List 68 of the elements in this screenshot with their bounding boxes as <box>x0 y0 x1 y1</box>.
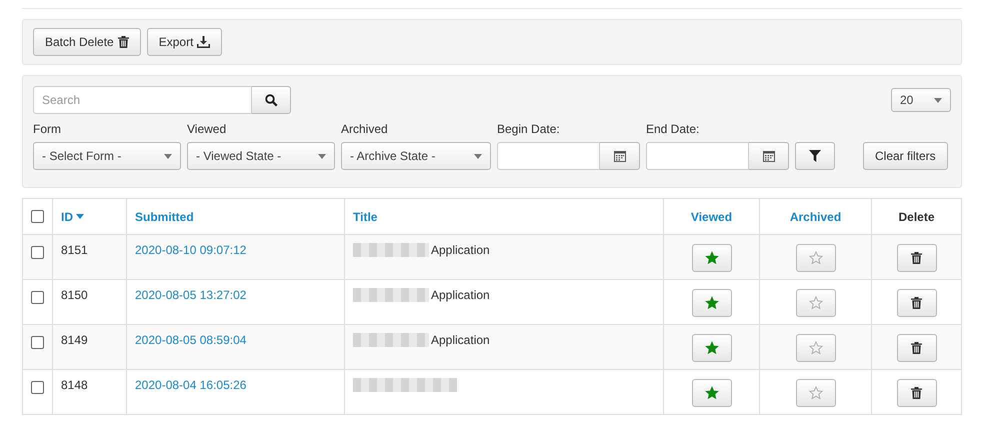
search-button[interactable] <box>252 86 291 114</box>
caret-icon <box>934 98 942 102</box>
trash-icon <box>911 297 922 309</box>
filter-select[interactable]: - Archive State - <box>341 142 491 170</box>
submitted-link[interactable]: 2020-08-04 16:05:26 <box>135 378 246 392</box>
caret-icon <box>474 154 482 158</box>
row-checkbox[interactable] <box>31 246 44 259</box>
filter-label: Form <box>33 122 62 136</box>
column-header[interactable]: Submitted <box>135 210 194 224</box>
id-cell: 8148 <box>61 378 88 392</box>
calendar-icon <box>614 150 626 162</box>
calendar-button[interactable] <box>600 142 640 170</box>
funnel-icon <box>809 150 821 162</box>
search-icon <box>264 94 278 106</box>
row-checkbox[interactable] <box>31 336 44 349</box>
column-header[interactable]: ID <box>61 210 73 224</box>
title-text: Application <box>431 288 490 302</box>
viewed-toggle-button[interactable] <box>692 334 732 362</box>
export-button[interactable]: Export <box>146 28 222 56</box>
delete-button[interactable] <box>896 289 936 317</box>
filter-select[interactable]: - Viewed State - <box>187 142 335 170</box>
date-label: Begin Date: <box>497 122 561 136</box>
trash-icon <box>911 252 922 264</box>
clear-filters-button[interactable]: Clear filters <box>863 142 948 170</box>
id-cell: 8150 <box>61 288 88 302</box>
date-label: End Date: <box>646 122 700 136</box>
caret-icon <box>318 154 326 158</box>
date-field[interactable] <box>497 142 600 170</box>
caret-icon <box>164 154 172 158</box>
calendar-icon <box>762 150 774 162</box>
submitted-link[interactable]: 2020-08-10 09:07:12 <box>135 243 246 257</box>
archived-toggle-button[interactable] <box>796 289 836 317</box>
viewed-toggle-button[interactable] <box>692 379 732 407</box>
trash-icon <box>118 36 129 48</box>
column-header[interactable]: Title <box>353 210 378 224</box>
filter-button[interactable] <box>795 142 835 170</box>
select-all-checkbox[interactable] <box>31 210 44 223</box>
title-text: Application <box>431 243 490 257</box>
sort-caret-icon <box>76 214 84 219</box>
archived-toggle-button[interactable] <box>796 379 836 407</box>
row-checkbox[interactable] <box>31 381 44 394</box>
submitted-link[interactable]: 2020-08-05 13:27:02 <box>135 288 246 302</box>
row-checkbox[interactable] <box>31 291 44 304</box>
delete-button[interactable] <box>896 379 936 407</box>
filter-label: Viewed <box>187 122 228 136</box>
column-header[interactable]: Archived <box>790 210 842 224</box>
viewed-toggle-button[interactable] <box>692 289 732 317</box>
archived-toggle-button[interactable] <box>796 334 836 362</box>
submitted-link[interactable]: 2020-08-05 08:59:04 <box>135 333 246 347</box>
batch-delete-button[interactable]: Batch Delete <box>33 28 141 56</box>
trash-icon <box>911 387 922 399</box>
column-header: Delete <box>898 210 935 224</box>
filter-label: Archived <box>341 122 389 136</box>
id-cell: 8149 <box>61 333 88 347</box>
calendar-button[interactable] <box>749 142 789 170</box>
title-text: Application <box>431 333 490 347</box>
trash-icon <box>911 342 922 354</box>
id-cell: 8151 <box>61 243 88 257</box>
search-field[interactable]: Search <box>33 86 252 114</box>
delete-button[interactable] <box>896 334 936 362</box>
filter-select[interactable]: - Select Form - <box>33 142 181 170</box>
download-icon <box>197 36 210 48</box>
column-header[interactable]: Viewed <box>690 210 732 224</box>
date-field[interactable] <box>646 142 749 170</box>
page-size-select[interactable]: 20 <box>891 88 951 112</box>
archived-toggle-button[interactable] <box>796 244 836 272</box>
delete-button[interactable] <box>896 244 936 272</box>
viewed-toggle-button[interactable] <box>692 244 732 272</box>
